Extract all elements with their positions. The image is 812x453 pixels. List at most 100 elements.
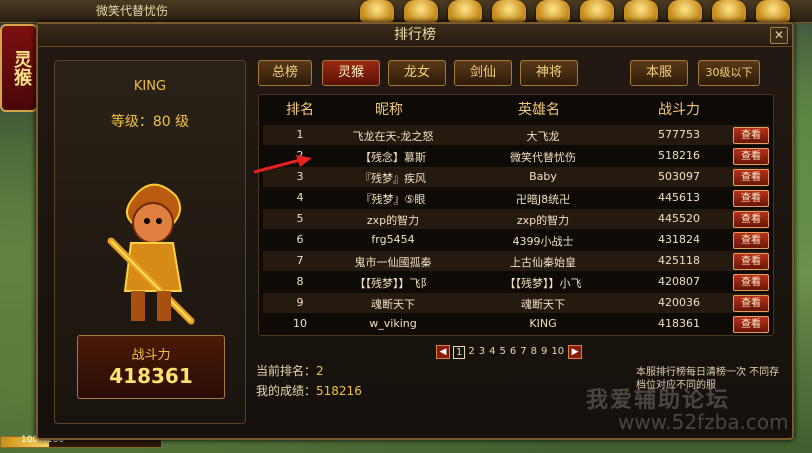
cell-nick: zxp的智力: [366, 214, 420, 227]
cell-hero: zxp的智力: [516, 214, 570, 227]
tab-linghou[interactable]: 灵猴: [322, 60, 380, 86]
page-number[interactable]: 9: [540, 346, 548, 359]
cell-hero: 【【残梦】】小飞: [504, 277, 582, 290]
page-number[interactable]: 6: [509, 346, 517, 359]
view-button[interactable]: 查看: [733, 253, 769, 270]
header-nickname: 昵称: [375, 102, 403, 118]
cell-hero: KING: [529, 317, 557, 330]
cell-power: 445613: [658, 191, 700, 204]
my-score-line: 我的成绩：518216: [256, 382, 362, 399]
menu-icon[interactable]: [756, 0, 790, 22]
menu-icon[interactable]: [668, 0, 702, 22]
view-button[interactable]: 查看: [733, 127, 769, 144]
top-menu-icons: [360, 0, 790, 22]
tab-longnv[interactable]: 龙女: [388, 60, 446, 86]
table-row: 7 鬼市一仙國孤秦 上古仙秦始皇 425118 查看: [263, 251, 769, 271]
cell-hero: 上古仙秦始皇: [510, 256, 576, 269]
power-label: 战斗力: [131, 348, 171, 363]
view-button[interactable]: 查看: [733, 316, 769, 333]
cell-hero: 卍暗J8统卍: [515, 193, 571, 206]
cell-nick: 鬼市一仙國孤秦: [354, 256, 432, 269]
my-score-value: 518216: [316, 384, 362, 398]
page-number[interactable]: 10: [550, 346, 565, 359]
header-hero-name: 英雄名: [518, 102, 560, 118]
menu-icon[interactable]: [536, 0, 570, 22]
cell-hero: 魂断天下: [521, 298, 565, 311]
power-value: 418361: [109, 364, 193, 388]
header-rank: 排名: [286, 102, 314, 118]
cell-hero: Baby: [529, 170, 557, 183]
table-row: 9 魂断天下 魂断天下 420036 查看: [263, 293, 769, 313]
menu-icon[interactable]: [448, 0, 482, 22]
table-row: 2 【残念】慕斯 微笑代替忧伤 518216 查看: [263, 146, 769, 166]
page-number[interactable]: 5: [499, 346, 507, 359]
hero-sprite-image: [107, 183, 195, 325]
ranking-table: 排名 昵称 英雄名 战斗力 1 飞龙在天-龙之怒 大飞龙 577753 查看 2 【残念】慕…: [258, 94, 774, 336]
cell-nick: 『残梦』疾风: [360, 172, 426, 185]
table-row: 3 『残梦』疾风 Baby 503097 查看: [263, 167, 769, 187]
table-row: 4 『残梦』⑤眼 卍暗J8统卍 445613 查看: [263, 188, 769, 208]
tab-this-server[interactable]: 本服: [630, 60, 688, 86]
cell-power: 425118: [658, 254, 700, 267]
cell-rank: 9: [296, 296, 304, 309]
menu-icon[interactable]: [360, 0, 394, 22]
side-tab-linghou[interactable]: 灵猴: [0, 24, 38, 112]
current-rank-value: 2: [316, 364, 324, 378]
view-button[interactable]: 查看: [733, 148, 769, 165]
cell-nick: w_viking: [369, 317, 417, 330]
cell-nick: 飞龙在天-龙之怒: [352, 130, 434, 143]
view-button[interactable]: 查看: [733, 169, 769, 186]
hero-level: 等级：80 级: [110, 114, 190, 130]
pagination: ◀ 1 2 3 4 5 6 7 8 9 10 ▶: [436, 344, 583, 360]
cell-rank: 8: [296, 275, 304, 288]
menu-icon[interactable]: [624, 0, 658, 22]
view-button[interactable]: 查看: [733, 232, 769, 249]
view-button[interactable]: 查看: [733, 295, 769, 312]
cell-rank: 7: [296, 254, 304, 267]
cell-nick: 【【残梦】】飞阝: [354, 277, 432, 290]
page-number[interactable]: 4: [488, 346, 496, 359]
tab-below-level-30[interactable]: 30级以下: [698, 60, 760, 86]
table-row: 1 飞龙在天-龙之怒 大飞龙 577753 查看: [263, 125, 769, 145]
cell-power: 420036: [658, 296, 700, 309]
cell-power: 577753: [658, 128, 700, 141]
player-title: 微笑代替忧伤: [96, 4, 169, 18]
page-number[interactable]: 7: [519, 346, 527, 359]
cell-rank: 4: [296, 191, 304, 204]
table-row: 8 【【残梦】】飞阝 【【残梦】】小飞 420807 查看: [263, 272, 769, 292]
cell-hero: 大飞龙: [526, 130, 560, 143]
prev-page-button[interactable]: ◀: [436, 345, 450, 359]
current-rank-label: 当前排名：: [256, 364, 317, 378]
view-button[interactable]: 查看: [733, 211, 769, 228]
cell-rank: 5: [296, 212, 304, 225]
watermark-url: www.52fzba.com: [618, 410, 789, 434]
menu-icon[interactable]: [492, 0, 526, 22]
page-number[interactable]: 8: [530, 346, 538, 359]
close-button[interactable]: ✕: [770, 27, 788, 44]
next-page-button[interactable]: ▶: [568, 345, 583, 359]
header-power: 战斗力: [658, 102, 700, 118]
tab-overall[interactable]: 总榜: [258, 60, 312, 86]
my-score-label: 我的成绩：: [256, 384, 317, 398]
view-button[interactable]: 查看: [733, 274, 769, 291]
page-number[interactable]: 1: [453, 345, 466, 359]
tab-jianxian[interactable]: 剑仙: [454, 60, 512, 86]
cell-power: 431824: [658, 233, 700, 246]
hero-panel: KING 等级：80 级 战斗力 418361: [54, 60, 246, 424]
page-number[interactable]: 2: [467, 346, 475, 359]
cell-nick: 魂断天下: [371, 298, 415, 311]
menu-icon[interactable]: [580, 0, 614, 22]
hero-name: KING: [133, 79, 167, 94]
power-box: 战斗力 418361: [77, 335, 225, 399]
cell-power: 418361: [658, 317, 700, 330]
page-number[interactable]: 3: [478, 346, 486, 359]
table-row: 6 frg5454 4399小战士 431824 查看: [263, 230, 769, 250]
tab-shenjiang[interactable]: 神将: [520, 60, 578, 86]
cell-power: 445520: [658, 212, 700, 225]
view-button[interactable]: 查看: [733, 190, 769, 207]
server-notice: 本服排行榜每日清榜一次 不同存档位对应不同的服: [636, 367, 780, 391]
cell-power: 518216: [658, 149, 700, 162]
menu-icon[interactable]: [712, 0, 746, 22]
menu-icon[interactable]: [404, 0, 438, 22]
table-row: 10 w_viking KING 418361 查看: [263, 314, 769, 334]
